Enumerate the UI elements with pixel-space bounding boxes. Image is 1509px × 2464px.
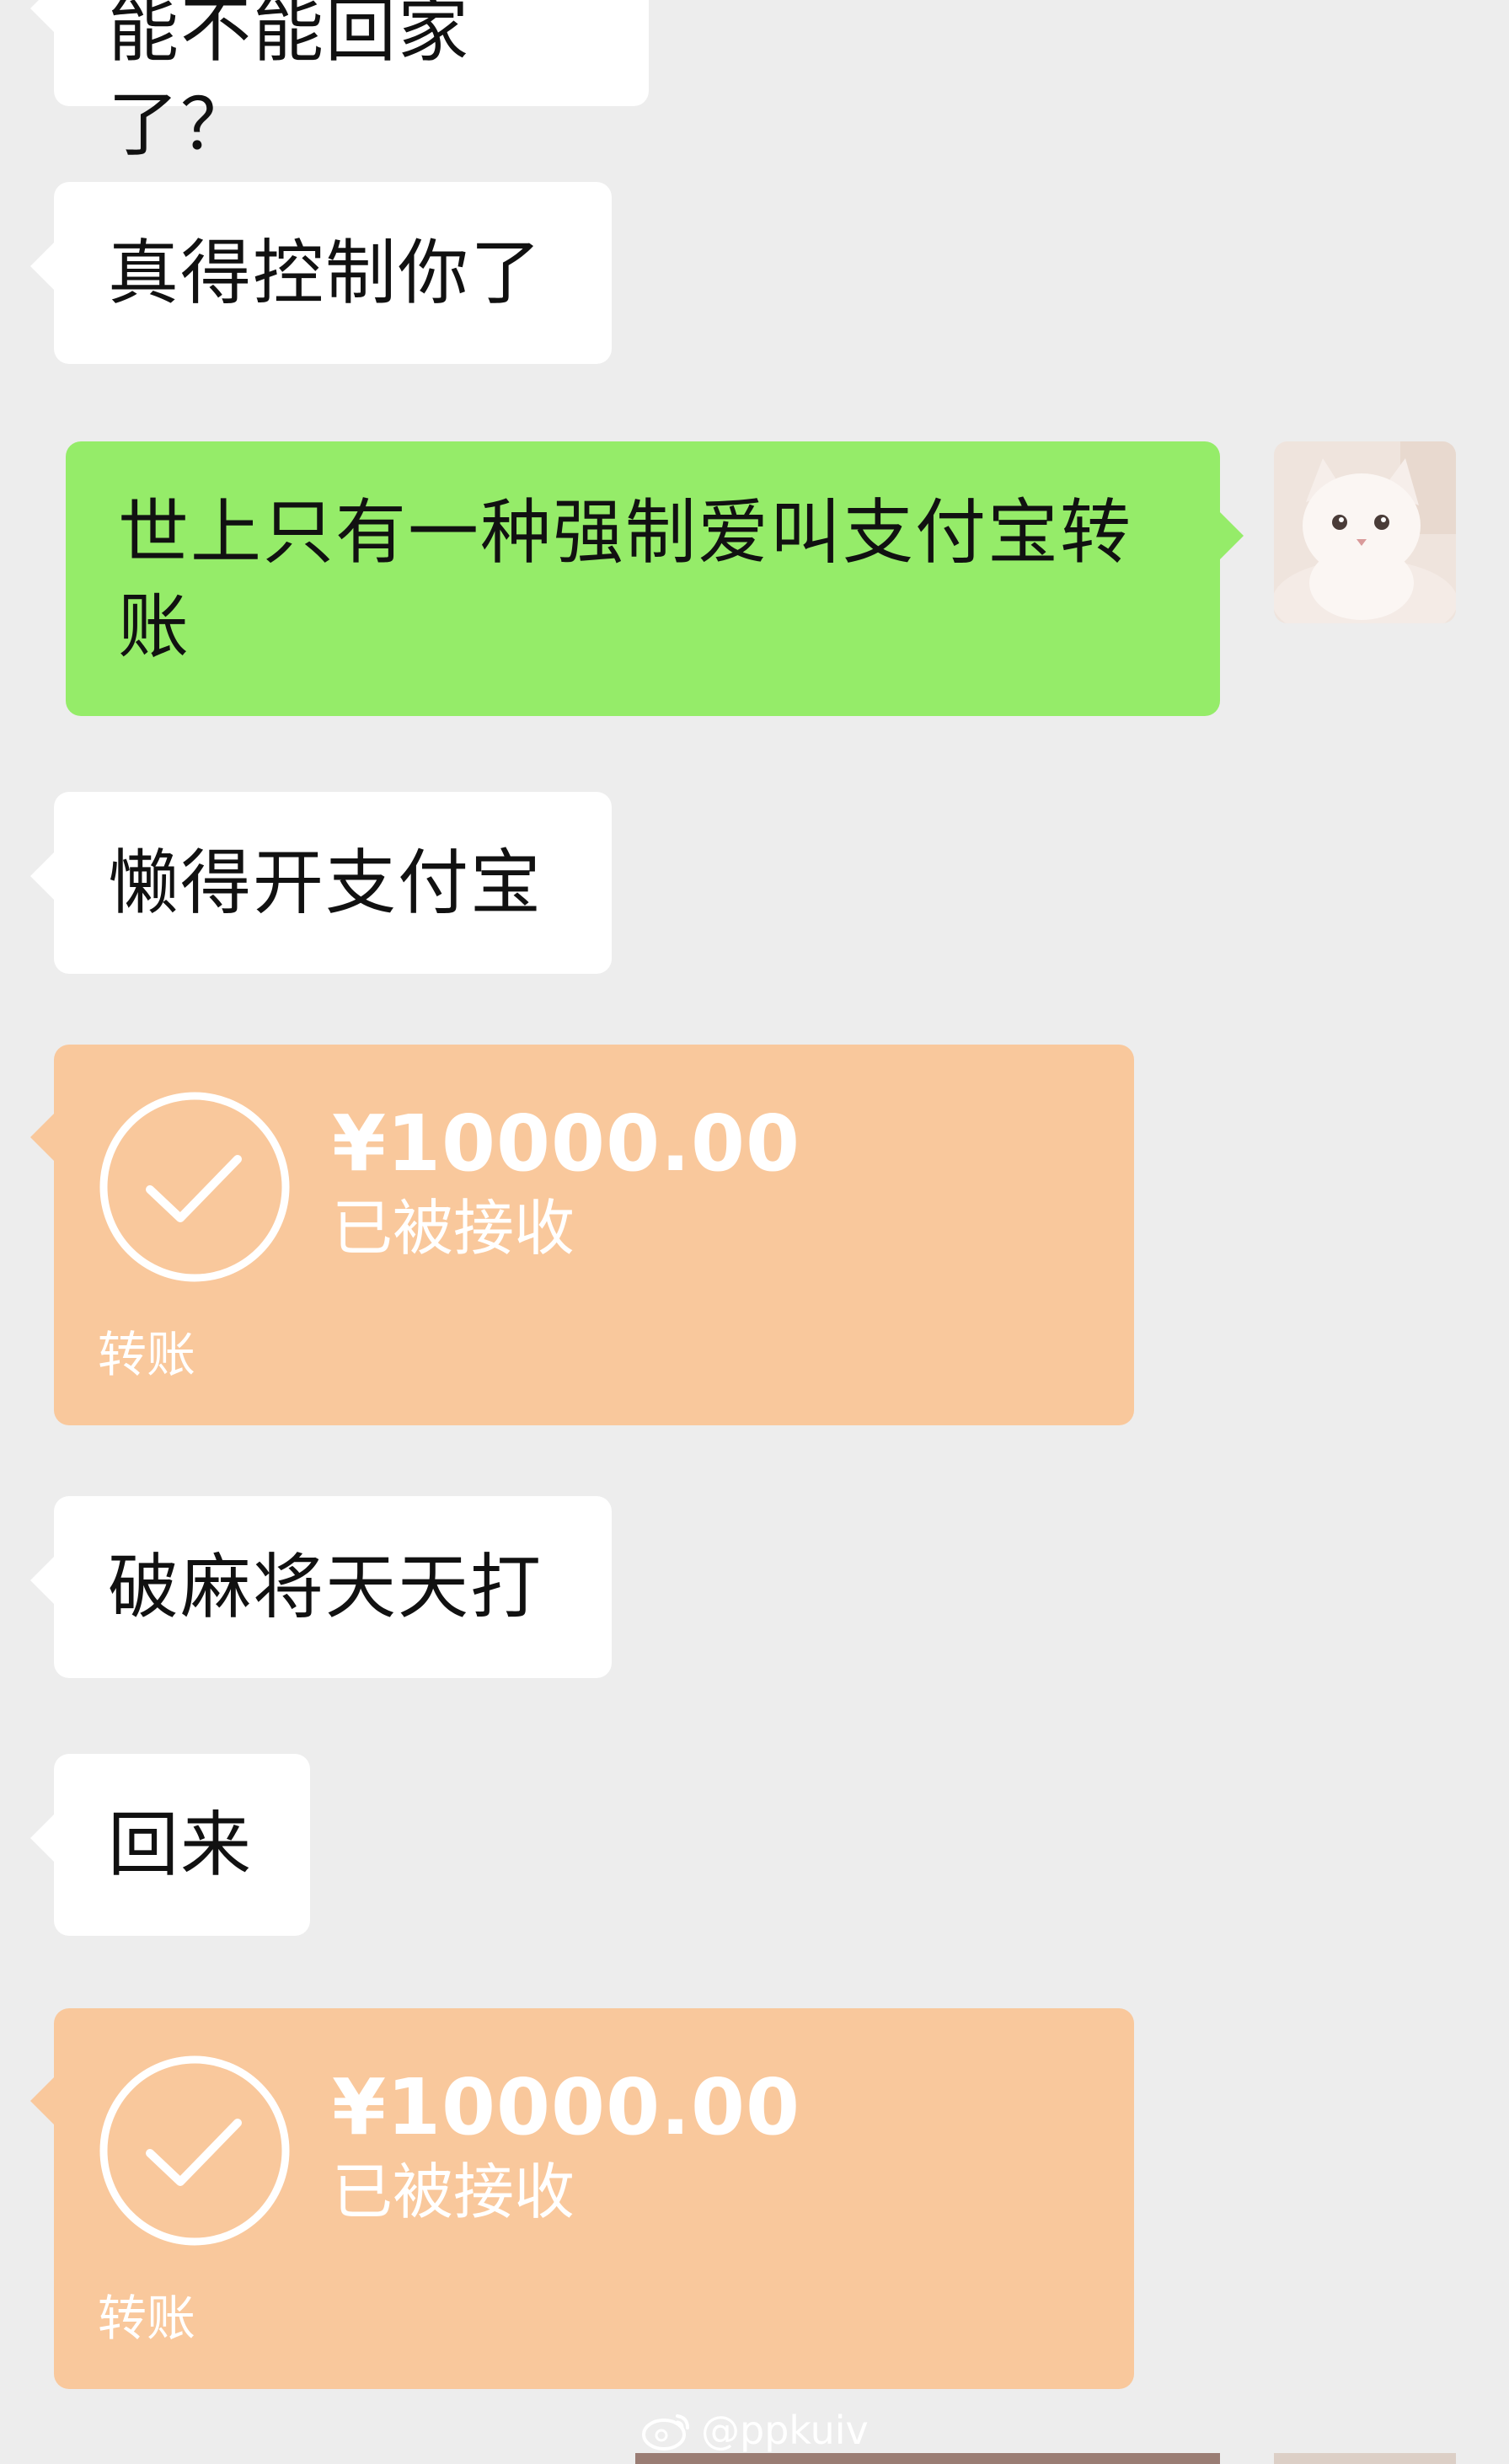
next-avatar-preview [1274, 2453, 1456, 2464]
transfer-card[interactable]: ¥10000.00 已被接收 转账 [30, 2008, 1134, 2389]
next-message-preview [635, 2453, 1220, 2464]
message-text: 懒得开支付宝 [108, 842, 543, 924]
message-bubble-incoming[interactable]: 能不能回家了？ [30, 0, 649, 166]
message-text: 真得控制你了 [108, 232, 543, 314]
transfer-amount: ¥10000.00 [332, 2062, 801, 2152]
user-avatar[interactable] [1274, 441, 1456, 623]
message-bubble-incoming[interactable]: 懒得开支付宝 [30, 792, 612, 974]
transfer-label: 转账 [98, 1326, 196, 1383]
kitten-avatar-image [1274, 441, 1456, 623]
transfer-amount: ¥10000.00 [332, 1098, 801, 1189]
message-text: 能不能回家了？ [108, 0, 471, 166]
message-text: 破麻将天天打 [108, 1546, 543, 1628]
check-circle-icon [98, 1090, 292, 1284]
watermark: @ppkuiv [640, 2405, 869, 2456]
message-text: 世上只有一种强制爱叫支付宝转账 [118, 491, 1133, 668]
message-bubble-incoming[interactable]: 回来 [30, 1754, 310, 1936]
transfer-status: 已被接收 [332, 2157, 575, 2227]
message-bubble-incoming[interactable]: 真得控制你了 [30, 182, 612, 364]
check-circle-icon [98, 2054, 292, 2248]
transfer-card[interactable]: ¥10000.00 已被接收 转账 [30, 1045, 1134, 1425]
transfer-label: 转账 [98, 2290, 196, 2347]
watermark-text: @ppkuiv [701, 2408, 869, 2453]
message-text: 回来 [108, 1804, 254, 1886]
message-bubble-outgoing[interactable]: 世上只有一种强制爱叫支付宝转账 [66, 441, 1244, 716]
transfer-status: 已被接收 [332, 1193, 575, 1264]
weibo-icon [642, 2414, 689, 2451]
message-bubble-incoming[interactable]: 破麻将天天打 [30, 1496, 612, 1678]
